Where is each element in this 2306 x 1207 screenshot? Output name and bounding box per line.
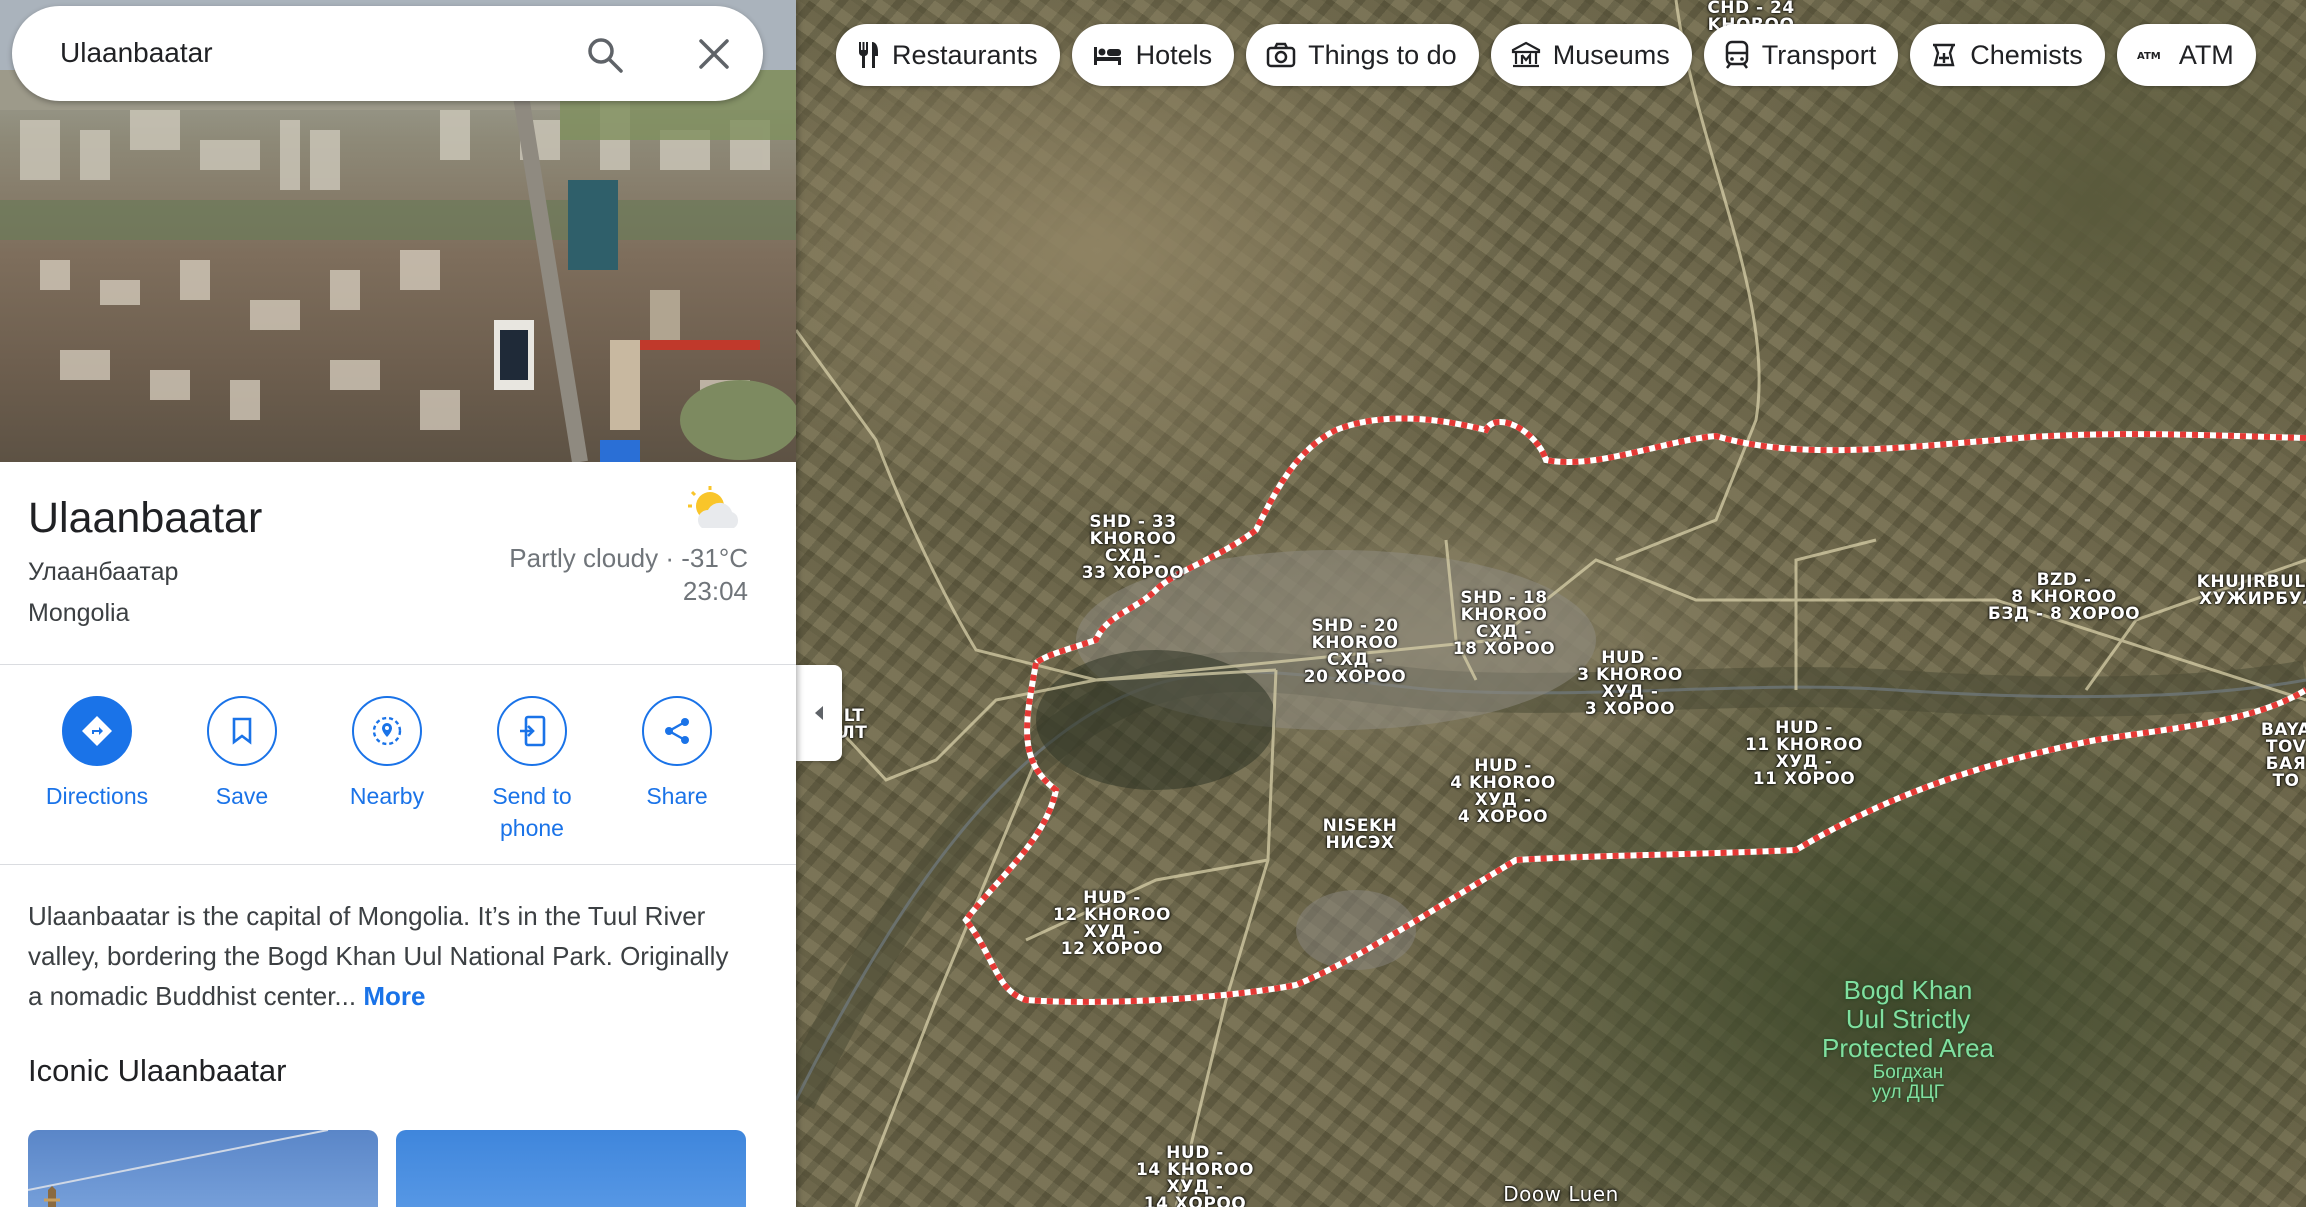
district-label-shd33: SHD - 33 KHOROO СХД -33 ХОРОО <box>1081 512 1185 583</box>
district-label-shd18: SHD - 18 KHOROO СХД -18 ХОРОО <box>1452 588 1556 659</box>
place-panel: Ulaanbaatar Ulaanbaatar Улаанбаатар Mong… <box>0 0 796 1207</box>
action-label: Save <box>215 783 269 809</box>
chip-atm[interactable]: ATM ATM <box>2116 24 2256 86</box>
restaurant-icon <box>858 42 878 68</box>
share-icon <box>665 718 689 744</box>
nearby-icon <box>372 716 402 746</box>
partly-cloudy-icon <box>688 486 739 528</box>
iconic-section-title: Iconic Ulaanbaatar <box>28 1053 287 1088</box>
place-country: Mongolia <box>28 599 130 627</box>
map-canvas[interactable]: CHD - 24KHOROO24 SHD - 33KHOROOСХД -33 Х… <box>796 0 2306 1207</box>
pharmacy-icon <box>1933 43 1956 67</box>
chip-label: Chemists <box>1970 39 2083 70</box>
chip-restaurants[interactable]: Restaurants <box>836 24 1060 86</box>
museum-icon <box>1511 41 1540 68</box>
weather-description: Partly cloudy · -31°C <box>509 543 748 573</box>
district-label-hud11: HUD -11 KHOROO ХУД -11 ХОРОО <box>1745 718 1863 789</box>
action-label: Share <box>646 783 708 809</box>
more-link[interactable]: More <box>363 981 425 1011</box>
bookmark-icon <box>232 717 252 745</box>
iconic-photo-card[interactable] <box>28 1130 378 1207</box>
nearby-button[interactable]: Nearby <box>317 696 457 812</box>
district-label-hud12: HUD -12 KHOROO ХУД -12 ХОРОО <box>1053 888 1171 959</box>
district-label-bzd8: BZD -8 KHOROO БЗД - 8 ХОРОО <box>1987 570 2141 624</box>
svg-text:ATM: ATM <box>2137 51 2161 62</box>
search-input[interactable]: Ulaanbaatar <box>60 37 213 69</box>
district-label-lt: LT ЛТ <box>840 706 868 743</box>
divider <box>0 864 796 865</box>
share-button[interactable]: Share <box>607 696 747 812</box>
chip-label: Museums <box>1552 39 1670 70</box>
camera-icon <box>1266 42 1296 68</box>
district-label-hud3: HUD -3 KHOROO ХУД -3 ХОРОО <box>1577 648 1683 719</box>
chip-label: Things to do <box>1308 39 1457 70</box>
district-label-bayanzurkh: BAYA TOV БАЯ ТО <box>2260 720 2306 791</box>
send-to-phone-button[interactable]: Send to phone <box>462 696 602 844</box>
action-label: Directions <box>45 783 149 809</box>
park-label-bogd-khan[interactable]: Bogd Khan Uul Strictly Protected Area Бо… <box>1822 976 1994 1103</box>
place-native-name: Улаанбаатар <box>28 558 179 586</box>
atm-icon: ATM <box>2137 51 2161 62</box>
place-title: Ulaanbaatar <box>28 494 263 542</box>
transit-icon <box>1725 40 1748 69</box>
district-label-hud4: HUD -4 KHOROO ХУД -4 ХОРОО <box>1450 756 1556 827</box>
category-chips: Restaurants Hotels Things to do Museums <box>836 24 2256 88</box>
district-label-khujirbulan: KHUJIRBULAХУЖИРБУЛ <box>2196 572 2306 609</box>
collapse-panel-button[interactable] <box>796 665 842 761</box>
chip-chemists[interactable]: Chemists <box>1910 24 2105 86</box>
chip-transport[interactable]: Transport <box>1703 24 1899 86</box>
directions-button[interactable]: Directions <box>27 696 167 812</box>
action-label: Nearby <box>349 783 425 809</box>
district-label-hud14: HUD -14 KHOROO ХУД -14 ХОРОО <box>1136 1143 1254 1207</box>
place-label-doow-luen: Doow Luen <box>1503 1182 1619 1206</box>
send-to-phone-icon <box>520 715 546 747</box>
directions-icon <box>82 716 112 746</box>
save-button[interactable]: Save <box>172 696 312 812</box>
action-label: Send to phone <box>492 783 572 841</box>
landmark-photo <box>28 1130 329 1207</box>
district-label-shd20: SHD - 20 KHOROO СХД -20 ХОРОО <box>1303 616 1407 687</box>
place-description: Ulaanbaatar is the capital of Mongolia. … <box>28 896 748 1016</box>
chip-label: Transport <box>1761 39 1877 70</box>
chip-label: Restaurants <box>892 39 1038 70</box>
hotel-icon <box>1093 47 1121 65</box>
search-box[interactable]: Ulaanbaatar <box>12 6 763 101</box>
iconic-photo-card[interactable] <box>396 1130 746 1207</box>
chip-museums[interactable]: Museums <box>1490 24 1692 86</box>
chip-things-to-do[interactable]: Things to do <box>1246 24 1479 86</box>
local-time: 23:04 <box>682 576 748 606</box>
search-icon[interactable] <box>586 36 624 74</box>
chip-label: Hotels <box>1135 39 1213 70</box>
chip-label: ATM <box>2178 39 2234 70</box>
chip-hotels[interactable]: Hotels <box>1071 24 1235 86</box>
divider <box>0 664 796 665</box>
district-label-nisekh: NISEKH НИСЭХ <box>1322 816 1398 853</box>
caret-left-icon <box>815 706 823 720</box>
close-icon[interactable] <box>698 38 730 70</box>
